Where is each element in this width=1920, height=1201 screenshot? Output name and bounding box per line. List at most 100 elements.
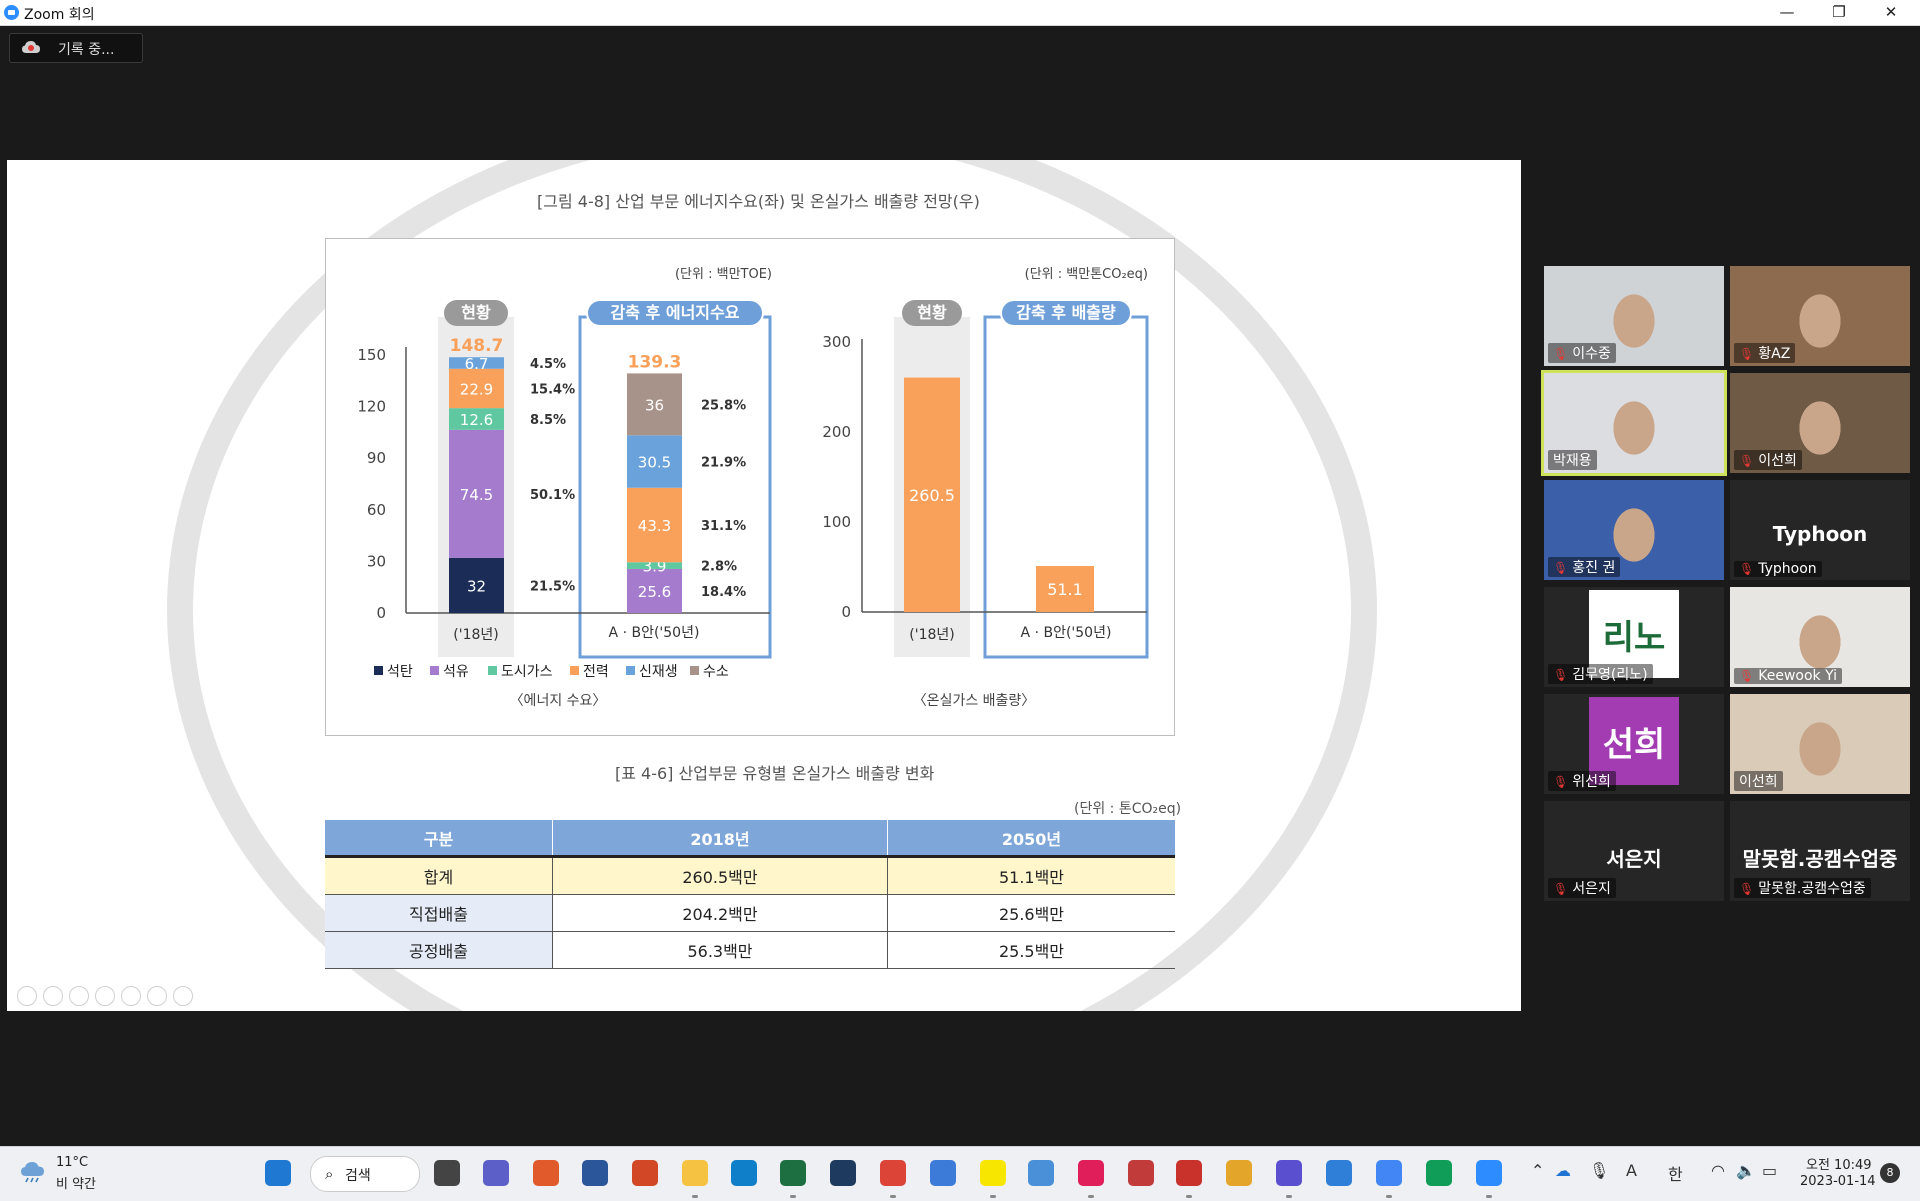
participant-tile[interactable]: 🎙 Keewook Yi (1730, 587, 1910, 687)
participant-display-name: 서은지 (1606, 847, 1662, 871)
participant-tile[interactable]: 🎙 홍진 권 (1544, 480, 1724, 580)
participant-tile[interactable]: 🎙 이선희 (1730, 373, 1910, 473)
participant-tile[interactable]: 선희 🎙 위선희 (1544, 694, 1724, 794)
settings-icon[interactable] (930, 1160, 956, 1186)
participant-tile[interactable]: 🎙 황AZ (1730, 266, 1910, 366)
window-title-bar: Zoom 회의 — ❐ ✕ (0, 0, 1920, 26)
legend-label: 신재생 (639, 664, 678, 680)
table-cell: 56.3백만 (552, 931, 888, 969)
running-indicator (1386, 1195, 1392, 1198)
next-slide-icon[interactable] (43, 986, 63, 1006)
legend-swatch (690, 666, 699, 675)
explorer-icon[interactable] (682, 1160, 708, 1186)
pen-icon[interactable] (69, 986, 89, 1006)
total-label: 139.3 (628, 352, 682, 372)
share-label: 4.5% (530, 357, 566, 372)
chrome-icon[interactable] (880, 1160, 906, 1186)
muted-mic-icon: 🎙 (1553, 561, 1569, 575)
participant-tile[interactable]: 리노 🎙 김무영(리노) (1544, 587, 1724, 687)
rain-cloud-icon[interactable] (20, 1161, 50, 1183)
participant-name: 🎙 서은지 (1548, 878, 1616, 898)
task-view-icon[interactable] (434, 1160, 460, 1186)
teams-icon[interactable] (483, 1160, 509, 1186)
table-header-row: 구분 2018년 2050년 (325, 820, 1175, 858)
clock-time[interactable]: 오전 10:49 (1806, 1154, 1872, 1173)
restore-button[interactable]: ❐ (1816, 0, 1862, 25)
app-purple-icon[interactable] (1276, 1160, 1302, 1186)
slides-icon[interactable] (95, 986, 115, 1006)
excel-icon[interactable] (780, 1160, 806, 1186)
share-label: 31.1% (701, 519, 746, 534)
data-label: 36 (645, 396, 664, 414)
onedrive-icon[interactable]: ☁ (1555, 1161, 1571, 1180)
notification-badge[interactable]: 8 (1880, 1163, 1900, 1183)
share-label: 18.4% (701, 585, 746, 600)
clock-date[interactable]: 2023-01-14 (1800, 1174, 1876, 1189)
notepad-icon[interactable] (1028, 1160, 1054, 1186)
chevron-up-icon[interactable]: ⌃ (1531, 1161, 1544, 1180)
slack-icon[interactable] (1078, 1160, 1104, 1186)
data-label: 43.3 (638, 517, 671, 535)
chrome-3-icon[interactable] (1426, 1160, 1452, 1186)
app-red2-icon[interactable] (1176, 1160, 1202, 1186)
figure-caption: [그림 4-8] 산업 부문 에너지수요(좌) 및 온실가스 배출량 전망(우) (537, 192, 980, 211)
zoom-icon[interactable] (1476, 1160, 1502, 1186)
weather-description[interactable]: 비 약간 (56, 1173, 96, 1192)
participant-tile[interactable]: 🎙 이수중 (1544, 266, 1724, 366)
share-label: 50.1% (530, 488, 575, 503)
y-tick-label: 200 (822, 423, 851, 441)
participant-tile[interactable]: Typhoon 🎙 Typhoon (1730, 480, 1910, 580)
participant-tile[interactable]: 이선희 (1730, 694, 1910, 794)
more-icon[interactable] (173, 986, 193, 1006)
recording-indicator[interactable]: 기록 중... (9, 33, 143, 63)
photos-icon[interactable] (1326, 1160, 1352, 1186)
participant-tile[interactable]: 서은지 🎙 서은지 (1544, 801, 1724, 901)
subtitle-icon[interactable] (147, 986, 167, 1006)
table-cell: 25.5백만 (887, 931, 1175, 969)
app-yellow-icon[interactable] (1226, 1160, 1252, 1186)
share-label: 21.9% (701, 456, 746, 471)
terminal-icon[interactable] (830, 1160, 856, 1186)
legend-label: 도시가스 (501, 664, 553, 680)
participant-name: 🎙 위선희 (1548, 771, 1616, 791)
start-icon[interactable] (265, 1160, 291, 1186)
running-indicator (790, 1195, 796, 1198)
y-tick-label: 0 (841, 603, 851, 621)
app-red-icon[interactable] (533, 1160, 559, 1186)
taskbar-search[interactable]: ⌕ 검색 (310, 1156, 420, 1192)
table-unit: (단위 : 톤CO₂eq) (1074, 801, 1182, 817)
volume-icon[interactable]: 🔈 (1736, 1161, 1756, 1180)
group-label: 감축 후 에너지수요 (611, 303, 740, 322)
edge-icon[interactable] (731, 1160, 757, 1186)
calendar-icon[interactable] (1128, 1160, 1154, 1186)
wifi-icon[interactable]: ◠ (1711, 1161, 1725, 1180)
powerpoint-icon[interactable] (632, 1160, 658, 1186)
running-indicator (692, 1195, 698, 1198)
word-icon[interactable] (582, 1160, 608, 1186)
y-tick-label: 30 (367, 552, 386, 570)
close-button[interactable]: ✕ (1868, 0, 1914, 25)
font-size-icon[interactable]: A (1626, 1161, 1637, 1180)
muted-mic-icon: 🎙 (1739, 882, 1755, 896)
prev-slide-icon[interactable] (17, 986, 37, 1006)
y-tick-label: 150 (357, 346, 386, 364)
battery-icon[interactable]: ▭ (1762, 1161, 1777, 1180)
chrome-2-icon[interactable] (1376, 1160, 1402, 1186)
table-cell: 공정배출 (325, 931, 553, 969)
recording-label: 기록 중... (58, 42, 115, 58)
data-label: 51.1 (1047, 580, 1083, 599)
participant-tile[interactable]: 말못함.공캠수업중 🎙 말못함.공캠수업중 (1730, 801, 1910, 901)
weather-temperature[interactable]: 11°C (56, 1155, 88, 1170)
participant-tile[interactable]: 박재용 (1541, 370, 1727, 476)
kakaotalk-icon[interactable] (980, 1160, 1006, 1186)
muted-mic-icon: 🎙 (1553, 882, 1569, 896)
minimize-button[interactable]: — (1764, 0, 1810, 25)
zoom-icon[interactable] (121, 986, 141, 1006)
figure-box: 현황 감축 후 에너지수요 150 120 90 60 30 0 32 21.5% 74.5 50.1… (325, 238, 1175, 736)
ime-indicator[interactable]: 한 (1668, 1161, 1683, 1185)
x-tick-label: ('18년) (909, 627, 954, 643)
data-label: 6.7 (465, 355, 489, 373)
share-label: 15.4% (530, 382, 575, 397)
microphone-icon[interactable]: 🎙 (1589, 1161, 1609, 1180)
legend-label: 전력 (583, 664, 609, 680)
